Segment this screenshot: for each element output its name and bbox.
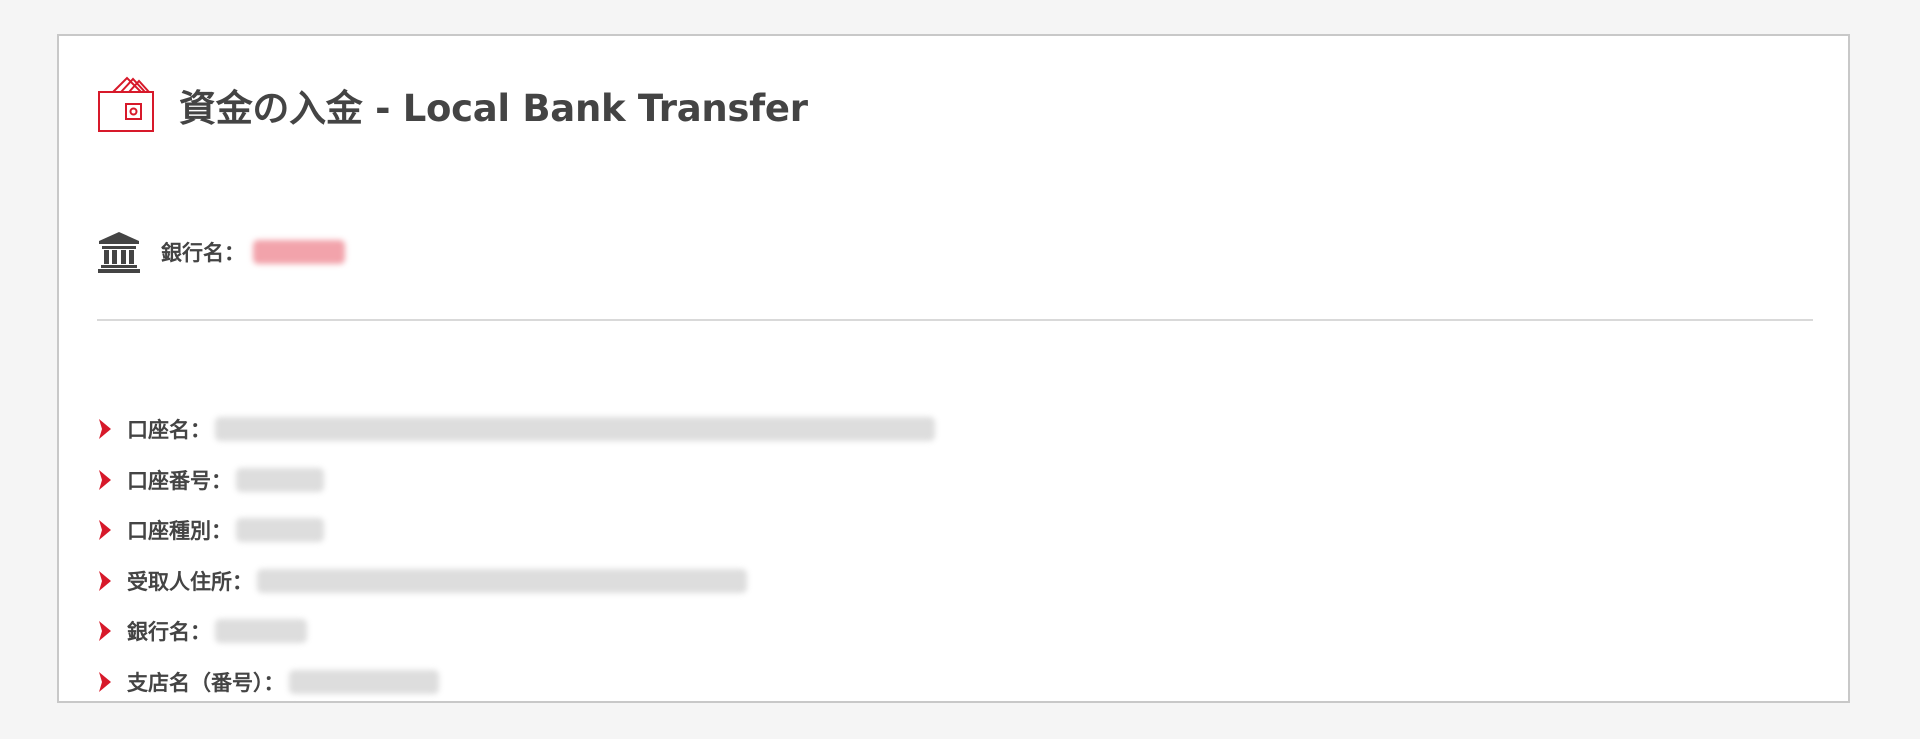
detail-value-redacted [288,669,439,694]
detail-label: 支店名（番号）： [127,670,285,695]
detail-label: 口座番号： [127,468,232,493]
detail-value-redacted [236,467,324,492]
detail-account-name: 口座名： [97,404,935,455]
detail-account-type: 口座種別： [97,505,935,556]
detail-recipient-address: 受取人住所： [97,556,935,607]
section-divider [97,319,1813,321]
bank-name-label: 銀行名： [161,241,245,265]
detail-value-redacted [257,568,747,593]
detail-label: 銀行名： [127,620,211,645]
red-chevron-icon [99,621,111,642]
bank-name-value-redacted [253,240,345,264]
account-details-list: 口座名： 口座番号： 口座種別： 受取人住所： 銀行名： 支店名（番号）： [97,404,935,707]
detail-value-redacted [236,518,324,543]
wallet-icon [98,76,154,132]
bank-building-icon [98,232,140,273]
red-chevron-icon [99,671,111,692]
red-chevron-icon [99,570,111,591]
detail-bank-name: 銀行名： [97,606,935,657]
detail-label: 口座種別： [127,519,232,544]
bank-name-row: 銀行名： [97,231,345,273]
red-chevron-icon [99,419,111,440]
red-chevron-icon [99,469,111,490]
detail-account-number: 口座番号： [97,455,935,506]
detail-branch-name: 支店名（番号）： [97,657,935,708]
detail-value-redacted [215,619,307,644]
detail-label: 受取人住所： [127,569,253,594]
deposit-card: 資金の入金 - Local Bank Transfer 銀行名： 口座名： 口座… [57,34,1850,703]
red-chevron-icon [99,520,111,541]
detail-label: 口座名： [127,418,211,443]
detail-value-redacted [215,417,935,442]
page-title: 資金の入金 - Local Bank Transfer [179,87,808,130]
page-header: 資金の入金 - Local Bank Transfer [97,76,808,134]
